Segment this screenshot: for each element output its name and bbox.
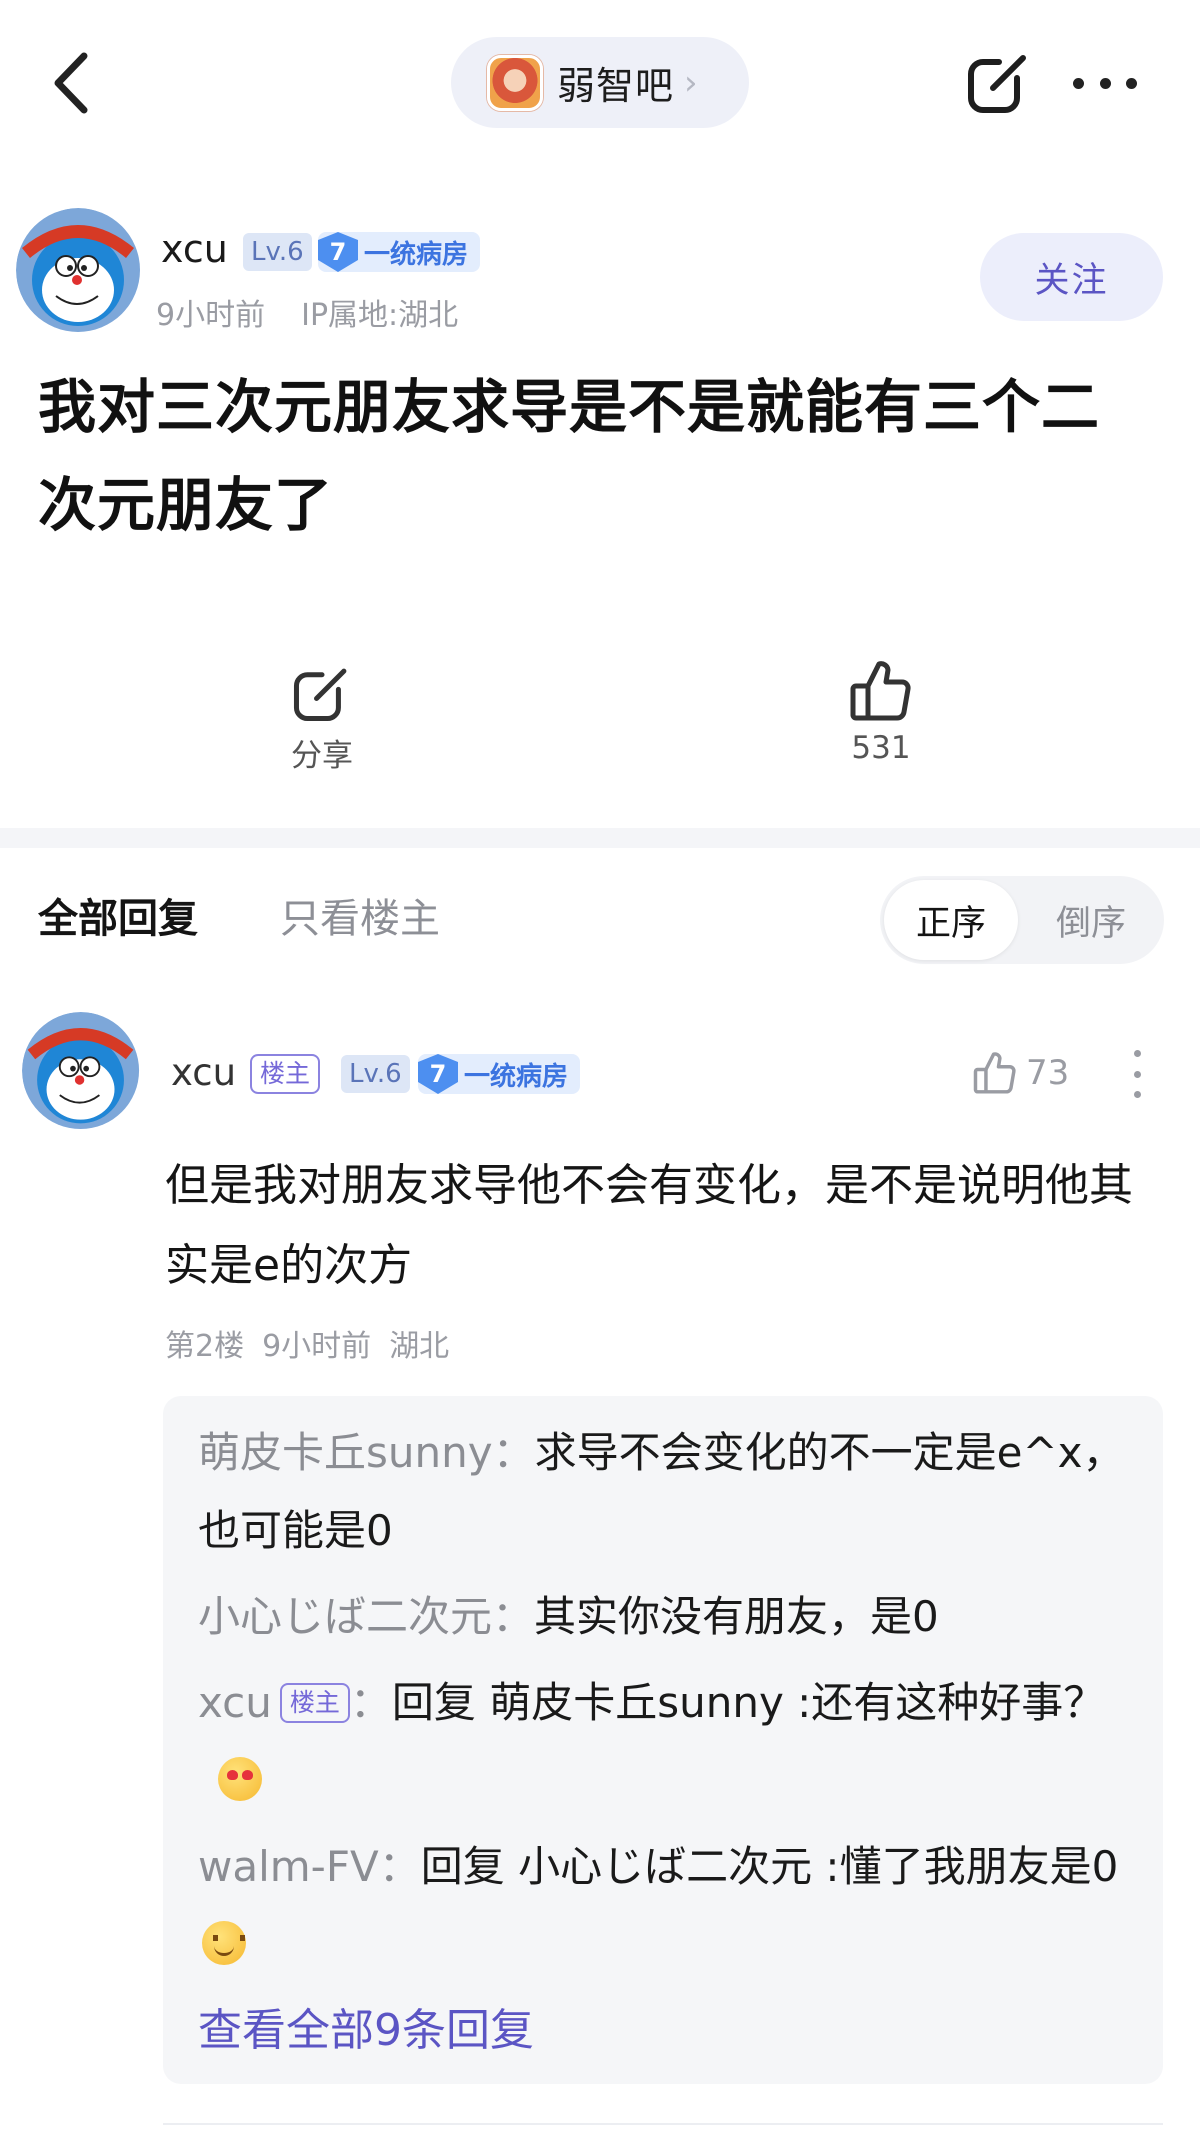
reply-author-avatar[interactable] bbox=[22, 1012, 140, 1130]
share-icon bbox=[293, 668, 347, 722]
sub-reply-item[interactable]: 小心じば二次元：其实你没有朋友，是0 bbox=[198, 1578, 1138, 1656]
more-dot bbox=[1073, 77, 1084, 89]
rank-name: 一统病房 bbox=[464, 1061, 569, 1092]
like-button[interactable]: 531 bbox=[821, 658, 941, 766]
heart-eyes-emoji-icon bbox=[218, 1757, 262, 1801]
top-bar: 弱智吧 › bbox=[0, 0, 1200, 165]
tab-all-replies[interactable]: 全部回复 bbox=[38, 886, 198, 944]
follow-button[interactable]: 关注 bbox=[980, 233, 1163, 321]
reply-content: 但是我对朋友求导他不会有变化，是不是说明他其实是e的次方 bbox=[165, 1160, 1133, 1291]
reply-like-count: 73 bbox=[1026, 1053, 1070, 1093]
rank-badge: 7 一统病房 bbox=[418, 1054, 581, 1094]
reply-floor: 第2楼 bbox=[165, 1329, 245, 1364]
tab-op-only[interactable]: 只看楼主 bbox=[280, 886, 440, 944]
section-divider bbox=[0, 828, 1200, 848]
forum-name: 弱智吧 bbox=[557, 64, 675, 108]
sub-reply-separator: ： bbox=[492, 1592, 535, 1641]
reply-like-button[interactable]: 73 bbox=[972, 1050, 1069, 1096]
chevron-right-icon: › bbox=[684, 62, 698, 103]
more-dot bbox=[1133, 1091, 1141, 1098]
more-dot bbox=[1099, 77, 1111, 89]
sub-reply-separator: ： bbox=[349, 1678, 392, 1727]
reply-more-icon[interactable] bbox=[1132, 1050, 1142, 1098]
sub-reply-separator: ： bbox=[378, 1842, 421, 1891]
more-icon[interactable] bbox=[1073, 58, 1137, 108]
sub-reply-separator: ： bbox=[492, 1428, 535, 1477]
op-tag: 楼主 bbox=[250, 1054, 321, 1094]
rank-number: 7 bbox=[318, 232, 358, 272]
share-icon[interactable] bbox=[965, 48, 1033, 116]
rank-name: 一统病房 bbox=[364, 239, 469, 270]
rank-badge: 7 一统病房 bbox=[318, 232, 481, 272]
more-dot bbox=[1126, 77, 1137, 89]
sub-reply-author[interactable]: 萌皮卡丘sunny bbox=[198, 1428, 493, 1477]
sub-reply-text: 回复 小心じば二次元 :懂了我朋友是0 bbox=[420, 1842, 1119, 1891]
sub-reply-author[interactable]: 小心じば二次元 bbox=[198, 1592, 492, 1641]
reply-time: 9小时前 bbox=[262, 1329, 372, 1364]
post-time: 9小时前 bbox=[156, 298, 266, 333]
sub-reply-author[interactable]: walm-FV bbox=[198, 1842, 379, 1891]
more-dot bbox=[1133, 1050, 1141, 1057]
post-ip: IP属地:湖北 bbox=[301, 298, 459, 333]
sub-reply-text: 回复 萌皮卡丘sunny :还有这种好事？ bbox=[391, 1678, 1106, 1727]
forum-avatar bbox=[487, 54, 543, 111]
author-name[interactable]: xcu bbox=[161, 227, 228, 271]
view-all-replies-link[interactable]: 查看全部9条回复 bbox=[198, 1992, 1138, 2070]
author-avatar[interactable] bbox=[16, 208, 141, 333]
like-count: 531 bbox=[851, 730, 911, 766]
sort-toggle: 正序 倒序 bbox=[880, 876, 1164, 964]
thumbs-up-icon bbox=[850, 661, 911, 721]
share-button[interactable]: 分享 bbox=[262, 662, 382, 775]
sub-reply-text: 其实你没有朋友，是0 bbox=[534, 1592, 939, 1641]
forum-entry-button[interactable]: 弱智吧 › bbox=[451, 37, 749, 128]
rank-number: 7 bbox=[418, 1054, 458, 1094]
back-icon[interactable] bbox=[42, 48, 102, 118]
share-label: 分享 bbox=[291, 738, 353, 774]
reply-meta: 第2楼 9小时前 湖北 bbox=[165, 1321, 449, 1365]
sort-desc-button[interactable]: 倒序 bbox=[1022, 880, 1160, 960]
post-meta: 9小时前 IP属地:湖北 bbox=[156, 290, 458, 334]
bottom-divider bbox=[163, 2123, 1163, 2125]
post-title: 我对三次元朋友求导是不是就能有三个二次元朋友了 bbox=[38, 373, 1101, 539]
more-dot bbox=[1133, 1070, 1141, 1078]
sub-reply-item[interactable]: xcu 楼主 ：回复 萌皮卡丘sunny :还有这种好事？ bbox=[198, 1664, 1138, 1820]
sub-reply-list: 萌皮卡丘sunny：求导不会变化的不一定是e^x，也可能是0 小心じば二次元：其… bbox=[198, 1414, 1138, 2070]
sub-replies-box[interactable]: 萌皮卡丘sunny：求导不会变化的不一定是e^x，也可能是0 小心じば二次元：其… bbox=[163, 1396, 1163, 2084]
reply-location: 湖北 bbox=[389, 1329, 450, 1364]
op-tag: 楼主 bbox=[279, 1683, 350, 1723]
level-badge: Lv.6 bbox=[341, 1055, 410, 1093]
sub-reply-item[interactable]: walm-FV：回复 小心じば二次元 :懂了我朋友是0 bbox=[198, 1828, 1138, 1984]
sub-reply-author[interactable]: xcu bbox=[198, 1678, 272, 1727]
smile-emoji-icon bbox=[202, 1921, 246, 1965]
sub-reply-item[interactable]: 萌皮卡丘sunny：求导不会变化的不一定是e^x，也可能是0 bbox=[198, 1414, 1138, 1570]
level-badge: Lv.6 bbox=[243, 233, 312, 271]
reply-author-name[interactable]: xcu bbox=[171, 1051, 236, 1094]
sort-asc-button[interactable]: 正序 bbox=[884, 880, 1018, 960]
thumbs-up-icon bbox=[973, 1052, 1016, 1094]
